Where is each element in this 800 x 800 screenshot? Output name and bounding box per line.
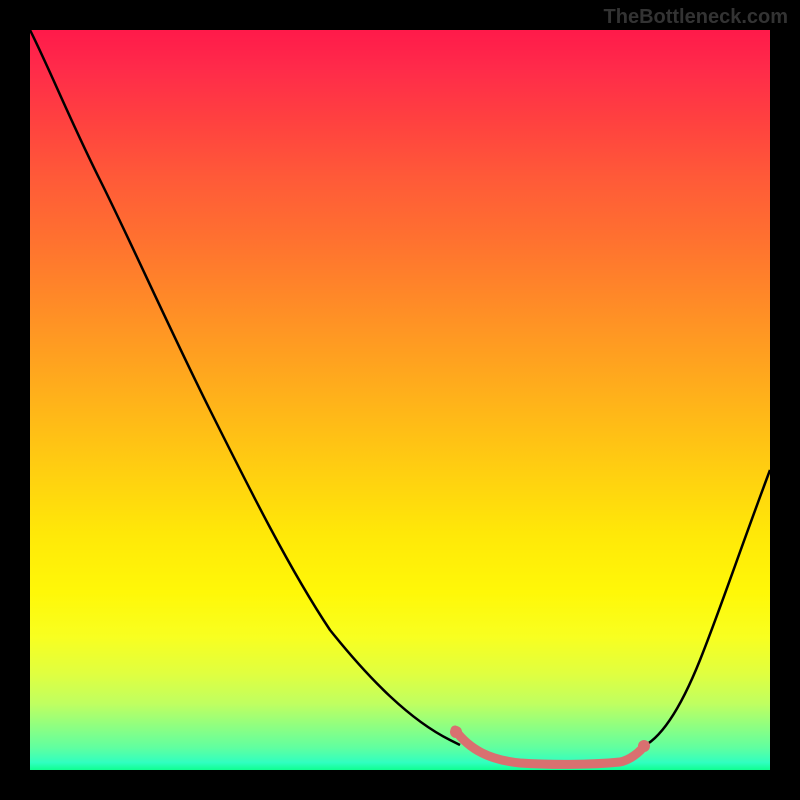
highlight-curve [455, 730, 645, 764]
highlight-dot-right [638, 740, 650, 752]
chart-svg [30, 30, 770, 770]
bottleneck-curve-right [640, 470, 770, 748]
watermark-text: TheBottleneck.com [604, 6, 788, 29]
highlight-dot-left [450, 726, 462, 738]
chart-container [30, 30, 770, 770]
bottleneck-curve-left [30, 30, 460, 745]
